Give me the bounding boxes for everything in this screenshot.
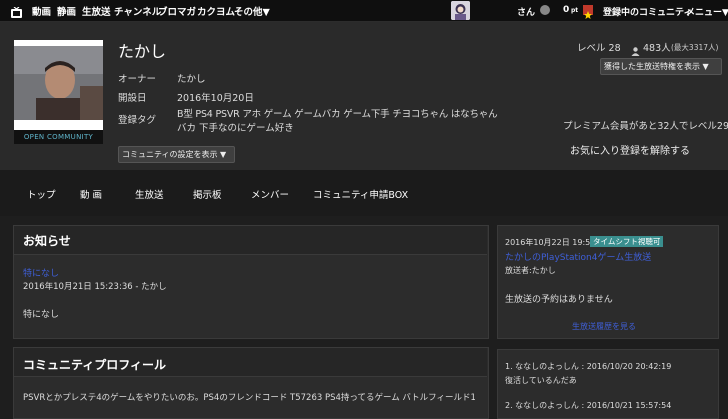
nav-channel[interactable]: チャンネル (114, 4, 161, 18)
premium-icon[interactable] (583, 5, 593, 19)
founded-label: 開設日 (118, 93, 147, 104)
nav-blomaga[interactable]: ブロマガ (158, 4, 196, 18)
community-name: たかし (118, 42, 167, 61)
tab-videos[interactable]: 動 画 (80, 187, 102, 201)
board-post-1-meta: 1. ななしのよっしん : 2016/10/20 20:42:19 (505, 362, 672, 371)
no-reservation-text: 生放送の予約はありません (505, 295, 613, 305)
notice-title: お知らせ (23, 234, 71, 248)
nav-kakuyomu[interactable]: カクヨム (197, 4, 235, 18)
live-history-link[interactable]: 生放送履歴を見る (572, 321, 636, 332)
tags-line-1[interactable]: B型 PS4 PSVR アホ ゲーム ゲームバカ ゲーム下手 チヨコちゃん はな… (177, 106, 498, 120)
premium-level-note: プレミアム会員があと32人でレベル29 (563, 121, 728, 132)
points-unit: pt (571, 7, 579, 14)
nav-douga[interactable]: 動画 (32, 4, 51, 18)
owner-label: オーナー (118, 74, 157, 85)
board-post-1-body: 復活しているんだあ (505, 376, 577, 385)
members-icon (631, 41, 640, 56)
live-broadcaster: 放送者:たかし (505, 266, 556, 275)
niconico-logo-icon[interactable] (11, 4, 22, 18)
community-level: レベル 28 (577, 43, 621, 54)
tags-line-2[interactable]: バカ 下手なのにゲーム好き (177, 120, 294, 134)
timeshift-badge: タイムシフト視聴可 (590, 236, 664, 247)
username-suffix[interactable]: さん (517, 5, 535, 18)
notice-header (14, 226, 487, 255)
community-menu-link[interactable]: 登録中のコミュニティ (603, 5, 692, 18)
member-count: 483人 (643, 43, 671, 54)
nav-live[interactable]: 生放送 (82, 4, 111, 18)
tab-request-box[interactable]: コミュニティ申請BOX (313, 187, 408, 201)
tab-top[interactable]: トップ (27, 187, 56, 201)
tags-label: 登録タグ (118, 115, 157, 126)
unfollow-link[interactable]: お気に入り登録を解除する (570, 142, 690, 157)
notice-item-title[interactable]: 特になし (23, 266, 59, 279)
privileges-button[interactable]: 獲得した生放送特権を表示 ▼ (600, 58, 722, 75)
tab-members[interactable]: メンバー (251, 187, 289, 201)
notice-item-body: 特になし (23, 310, 60, 320)
member-max: (最大3317人) (671, 43, 719, 52)
top-nav-bar: 動画 静画 生放送 チャンネル ブロマガ カクヨム その他▼ さん 0 pt 登… (0, 0, 728, 22)
coin-icon (540, 5, 550, 15)
notice-item-meta: 2016年10月21日 15:23:36 - たかし (23, 282, 167, 292)
owner-value[interactable]: たかし (177, 71, 206, 85)
nav-more[interactable]: その他▼ (234, 4, 270, 18)
live-title-link[interactable]: たかしのPlayStation4ゲーム生放送 (505, 250, 651, 263)
profile-title: コミュニティプロフィール (23, 358, 167, 372)
community-settings-button[interactable]: コミュニティの設定を表示 ▼ (118, 146, 235, 163)
nav-seiga[interactable]: 静画 (57, 4, 76, 18)
founded-value: 2016年10月20日 (177, 93, 254, 104)
live-date: 2016年10月22日 19:50 (505, 238, 596, 247)
tab-board[interactable]: 掲示板 (193, 187, 222, 201)
main-menu-link[interactable]: メニュー▼ (686, 5, 728, 18)
tab-live[interactable]: 生放送 (135, 187, 164, 201)
open-community-badge: OPEN COMMUNITY (14, 130, 103, 144)
points-value: 0 (563, 5, 570, 15)
profile-body: PSVRとかプレステ4のゲームをやりたいのお。PS4のフレンドコード T5726… (23, 393, 475, 403)
user-avatar[interactable] (451, 1, 470, 20)
community-thumbnail-image[interactable] (14, 46, 103, 120)
